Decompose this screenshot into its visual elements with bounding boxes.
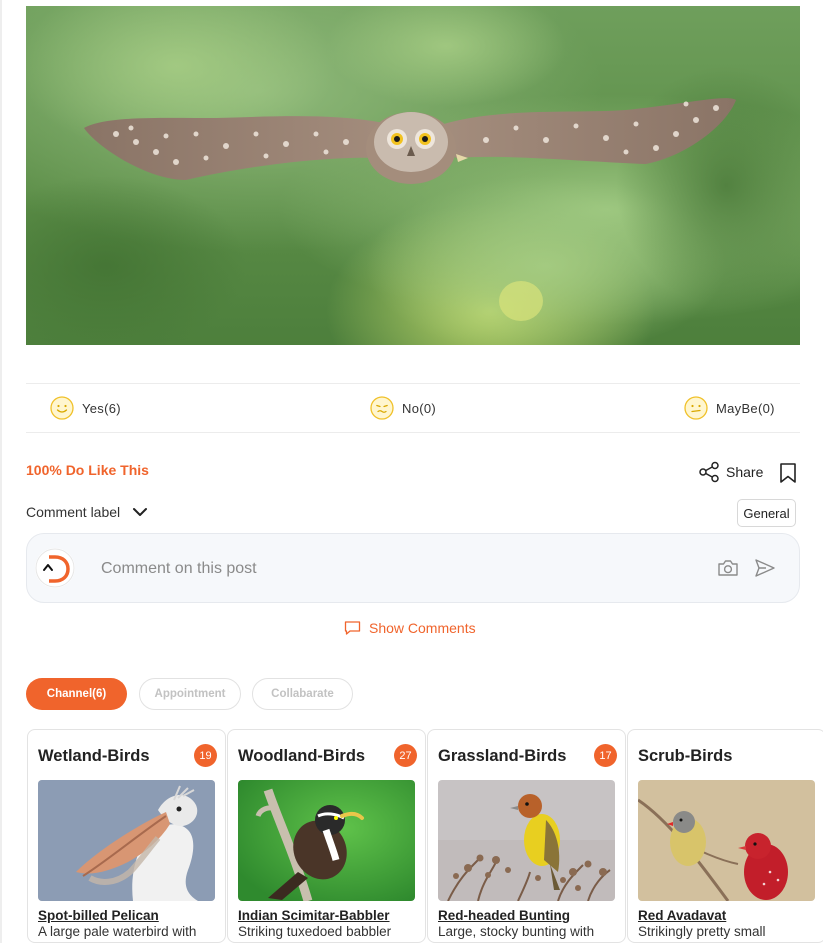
scimitar-babbler-image [238,780,415,901]
like-percentage: 100% Do Like This [26,462,149,478]
share-label: Share [726,464,764,480]
channel-bird-description: Strikingly pretty small [638,924,766,939]
channel-card-grassland-birds[interactable]: Grassland-Birds 17 Red-headed Bunting La… [427,729,626,943]
bookmark-icon[interactable] [778,462,798,484]
reaction-maybe-label: MayBe(0) [716,400,775,416]
neutral-face-icon [684,396,708,420]
channel-photo [438,780,615,901]
wince-face-icon [370,396,394,420]
channel-title: Grassland-Birds [438,747,567,765]
show-comments-link[interactable]: Show Comments [344,620,476,636]
channel-card-scrub-birds[interactable]: Scrub-Birds Red Avadavat Strikingly pret… [627,729,823,943]
avatar[interactable] [35,548,75,588]
show-comments-label: Show Comments [369,620,476,636]
red-headed-bunting-image [438,780,615,901]
reaction-yes-label: Yes(6) [82,400,121,416]
channel-bird-name[interactable]: Spot-billed Pelican [38,908,159,923]
channel-bird-name[interactable]: Red Avadavat [638,908,726,923]
channel-count-badge: 19 [194,744,217,767]
comment-label-text: Comment label [26,504,121,520]
tab-appointment[interactable]: Appointment [139,678,241,710]
channel-bird-name[interactable]: Red-headed Bunting [438,908,570,923]
reaction-yes[interactable]: Yes(6) [50,396,121,420]
comment-input[interactable] [101,554,701,584]
channel-photo [38,780,215,901]
reaction-no-label: No(0) [402,400,437,416]
comment-icon [344,621,361,635]
channel-title: Woodland-Birds [238,747,366,765]
camera-icon[interactable] [717,558,739,578]
channel-bird-description: Large, stocky bunting with [438,924,595,939]
share-icon [699,461,719,483]
tab-channel[interactable]: Channel(6) [26,678,127,710]
channel-count-badge: 27 [394,744,417,767]
reaction-maybe[interactable]: MayBe(0) [684,396,775,420]
channel-title: Wetland-Birds [38,747,150,765]
tab-collabarate[interactable]: Collabarate [252,678,353,710]
channel-photo [238,780,415,901]
owl-in-flight-image [26,6,800,345]
comment-composer [26,533,800,603]
smile-face-icon [50,396,74,420]
comment-label-dropdown[interactable]: Comment label [26,504,148,520]
chevron-down-icon [133,508,148,516]
channel-card-woodland-birds[interactable]: Woodland-Birds 27 Indian Scimitar-Babble… [227,729,426,943]
page-left-border [0,0,2,943]
channel-title: Scrub-Birds [638,747,733,765]
send-icon[interactable] [754,558,776,578]
share-button[interactable]: Share [698,461,763,483]
reaction-no[interactable]: No(0) [370,396,436,420]
channel-count-badge: 17 [594,744,617,767]
channel-bird-name[interactable]: Indian Scimitar-Babbler [238,908,390,923]
comment-category-button[interactable]: General [737,499,796,527]
channel-card-wetland-birds[interactable]: Wetland-Birds 19 Spot-billed Pelican A l… [27,729,226,943]
reactions-bar: Yes(6) No(0) MayBe(0) [26,384,800,432]
red-avadavat-image [638,780,815,901]
post-image[interactable] [26,6,800,345]
pelican-image [38,780,215,901]
channel-photo [638,780,815,901]
channel-bird-description: A large pale waterbird with [38,924,197,939]
channel-bird-description: Striking tuxedoed babbler [238,924,392,939]
divider [26,432,800,433]
